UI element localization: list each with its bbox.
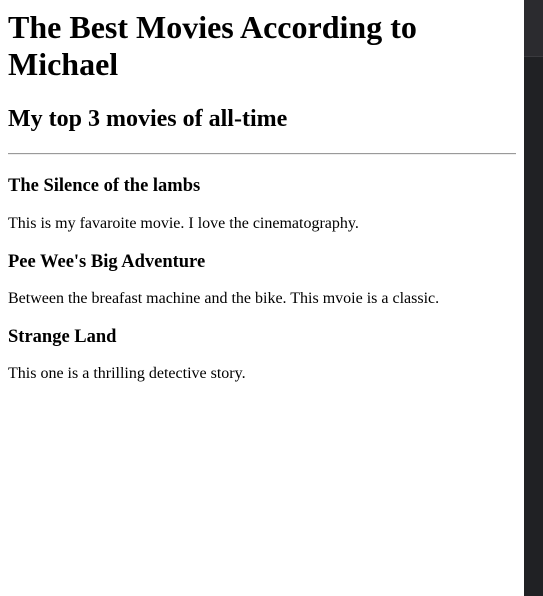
page-content: The Best Movies According to Michael My … — [0, 0, 524, 596]
movie-description: Between the breafast machine and the bik… — [8, 290, 440, 307]
movie-title: The Silence of the lambs — [8, 176, 201, 196]
movie-title: Pee Wee's Big Adventure — [8, 252, 206, 272]
movie-description: This one is a thrilling detective story. — [8, 365, 246, 382]
movie-description: This is my favaroite movie. I love the c… — [8, 215, 359, 232]
page-subtitle: My top 3 movies of all-time — [8, 106, 288, 132]
page-title: The Best Movies According to Michael — [8, 9, 417, 82]
movie-item: Strange Land This one is a thrilling det… — [8, 326, 516, 383]
movie-item: The Silence of the lambs This is my fava… — [8, 175, 516, 233]
browser-page: The Best Movies According to Michael My … — [0, 0, 543, 596]
movie-item: Pee Wee's Big Adventure Between the brea… — [8, 251, 516, 308]
scrollbar-thumb[interactable] — [524, 0, 543, 57]
vertical-scrollbar[interactable] — [524, 0, 543, 596]
movie-list: The Silence of the lambs This is my fava… — [8, 175, 516, 383]
movie-title: Strange Land — [8, 327, 117, 347]
divider — [8, 153, 516, 155]
